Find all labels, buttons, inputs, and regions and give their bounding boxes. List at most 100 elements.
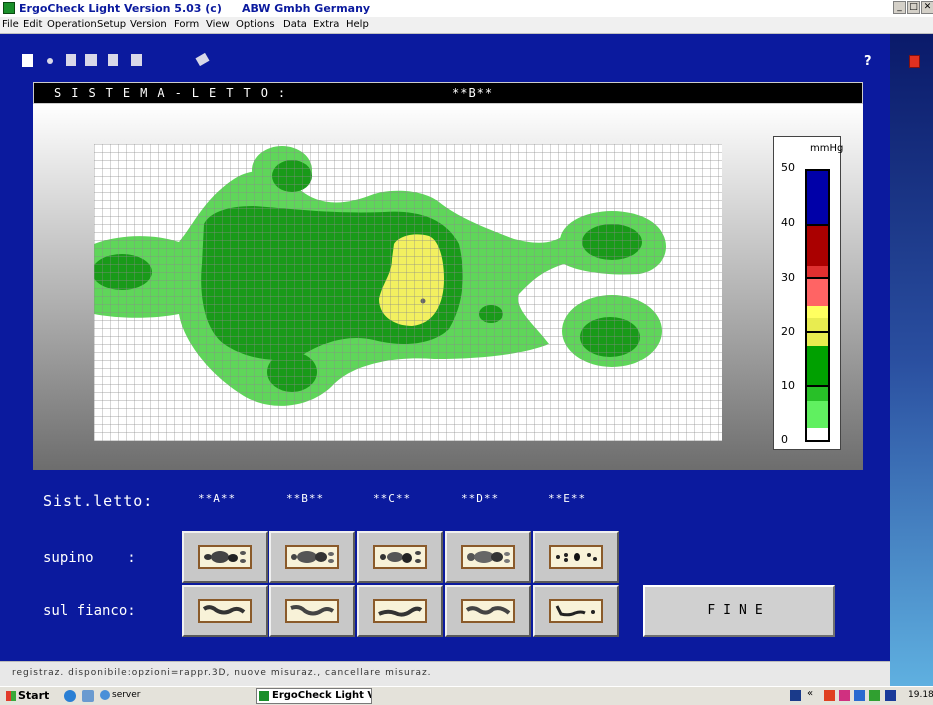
menu-file[interactable]: File <box>2 19 19 30</box>
system-e-label: **E** <box>548 492 587 505</box>
fine-button-label: FINE <box>707 603 771 618</box>
side-thumb-c[interactable] <box>357 585 443 637</box>
app-icon <box>3 2 15 14</box>
fine-button[interactable]: FINE <box>643 585 835 637</box>
menu-data[interactable]: Data <box>283 19 307 30</box>
tray-monitor-icon[interactable] <box>854 690 865 701</box>
supine-body-icon <box>204 551 246 563</box>
help-button[interactable]: ? <box>864 54 872 69</box>
supine-thumb-b[interactable] <box>269 531 355 583</box>
scale-seg-10 <box>807 428 828 440</box>
window-title: ErgoCheck Light Version 5.03 (c) <box>19 2 222 15</box>
eraser-icon[interactable] <box>195 52 210 67</box>
menu-version[interactable]: Version <box>130 19 167 30</box>
side-thumb-d[interactable] <box>445 585 531 637</box>
scale-seg-2 <box>807 226 828 266</box>
side-row-label: sul fianco: <box>43 603 136 619</box>
supine-row-label: supino : <box>43 550 136 566</box>
system-a-label: **A** <box>198 492 237 505</box>
tray-security-icon[interactable] <box>824 690 835 701</box>
trash-icon[interactable] <box>909 55 920 68</box>
scale-seg-7 <box>807 346 828 387</box>
scale-seg-5 <box>807 306 828 318</box>
scale-label-20: 20 <box>781 325 795 338</box>
menu-help[interactable]: Help <box>346 19 369 30</box>
scale-seg-1 <box>807 171 828 226</box>
tray-bluetooth-icon[interactable] <box>885 690 896 701</box>
scale-unit-label: mmHg <box>810 143 844 154</box>
menu-view[interactable]: View <box>206 19 230 30</box>
menu-form[interactable]: Form <box>174 19 199 30</box>
side-body-icon <box>202 605 246 615</box>
status-text: registraz. disponibile:opzioni=rappr.3D,… <box>12 668 432 678</box>
server-task[interactable]: server <box>112 690 141 700</box>
windows-logo-icon <box>6 691 16 701</box>
tray-vpn-icon[interactable] <box>869 690 880 701</box>
clock: 19.18 <box>908 690 933 700</box>
side-thumb-e[interactable] <box>533 585 619 637</box>
start-label: Start <box>18 689 50 702</box>
system-c-label: **C** <box>373 492 412 505</box>
active-task-button[interactable]: ErgoCheck Light Versi... <box>256 688 372 704</box>
scale-label-0: 0 <box>781 433 788 446</box>
side-thumb-a[interactable] <box>182 585 268 637</box>
toolbar: ? <box>0 34 890 80</box>
search-icon <box>100 690 110 700</box>
menu-operation[interactable]: Operation <box>47 19 97 30</box>
system-d-label: **D** <box>461 492 500 505</box>
menu-bar: File Edit Operation Setup Version Form V… <box>0 17 933 34</box>
desktop-icon[interactable] <box>82 690 94 702</box>
right-panel <box>890 34 933 686</box>
supine-body-icon <box>380 551 421 563</box>
scale-seg-8 <box>807 387 828 401</box>
tray-volume-icon[interactable] <box>839 690 850 701</box>
side-body-icon <box>555 605 595 617</box>
scale-label-50: 50 <box>781 161 795 174</box>
scale-label-30: 30 <box>781 271 795 284</box>
company-name: ABW Gmbh Germany <box>242 2 371 15</box>
supine-thumb-e[interactable] <box>533 531 619 583</box>
side-body-icon <box>290 605 335 616</box>
browser-icon[interactable] <box>64 690 76 702</box>
menu-extra[interactable]: Extra <box>313 19 339 30</box>
supine-body-icon <box>556 553 597 562</box>
scale-tick <box>807 224 828 226</box>
close-button[interactable]: ✕ <box>921 1 933 14</box>
scale-tick <box>807 277 828 279</box>
selected-system-code: **B** <box>452 86 494 100</box>
system-header-label: SISTEMA-LETTO: <box>54 86 296 100</box>
system-b-label: **B** <box>286 492 325 505</box>
start-button[interactable]: Start <box>4 688 54 704</box>
scale-seg-9 <box>807 401 828 428</box>
tray-chevron-icon[interactable]: « <box>807 688 813 699</box>
hourglass-icon[interactable] <box>66 54 76 66</box>
pressure-heatmap <box>94 144 722 441</box>
menu-edit[interactable]: Edit <box>23 19 42 30</box>
side-thumb-b[interactable] <box>269 585 355 637</box>
dot-icon[interactable] <box>47 58 53 64</box>
tray-network-icon[interactable] <box>790 690 801 701</box>
app-icon <box>259 691 269 701</box>
document-icon[interactable] <box>108 54 118 66</box>
window-controls: _ □ ✕ <box>893 1 933 14</box>
bed-system-label: Sist.letto: <box>43 492 154 510</box>
menu-setup[interactable]: Setup <box>97 19 126 30</box>
scale-seg-4 <box>807 279 828 306</box>
supine-body-icon <box>467 551 510 563</box>
minimize-button[interactable]: _ <box>893 1 906 14</box>
printer-icon[interactable] <box>85 54 97 66</box>
system-header: SISTEMA-LETTO: **B** <box>33 82 863 104</box>
color-scale-bar <box>805 169 830 442</box>
supine-thumb-a[interactable] <box>182 531 268 583</box>
save-icon[interactable] <box>131 54 142 66</box>
supine-body-icon <box>291 551 334 563</box>
square-icon[interactable] <box>22 54 33 67</box>
supine-thumb-c[interactable] <box>357 531 443 583</box>
scale-label-10: 10 <box>781 379 795 392</box>
mmhg-scale: mmHg 50 40 30 20 10 0 <box>773 136 844 450</box>
supine-thumb-d[interactable] <box>445 531 531 583</box>
menu-options[interactable]: Options <box>236 19 275 30</box>
maximize-button[interactable]: □ <box>907 1 920 14</box>
active-task-label: ErgoCheck Light Versi... <box>272 690 371 701</box>
scale-tick <box>807 331 828 333</box>
